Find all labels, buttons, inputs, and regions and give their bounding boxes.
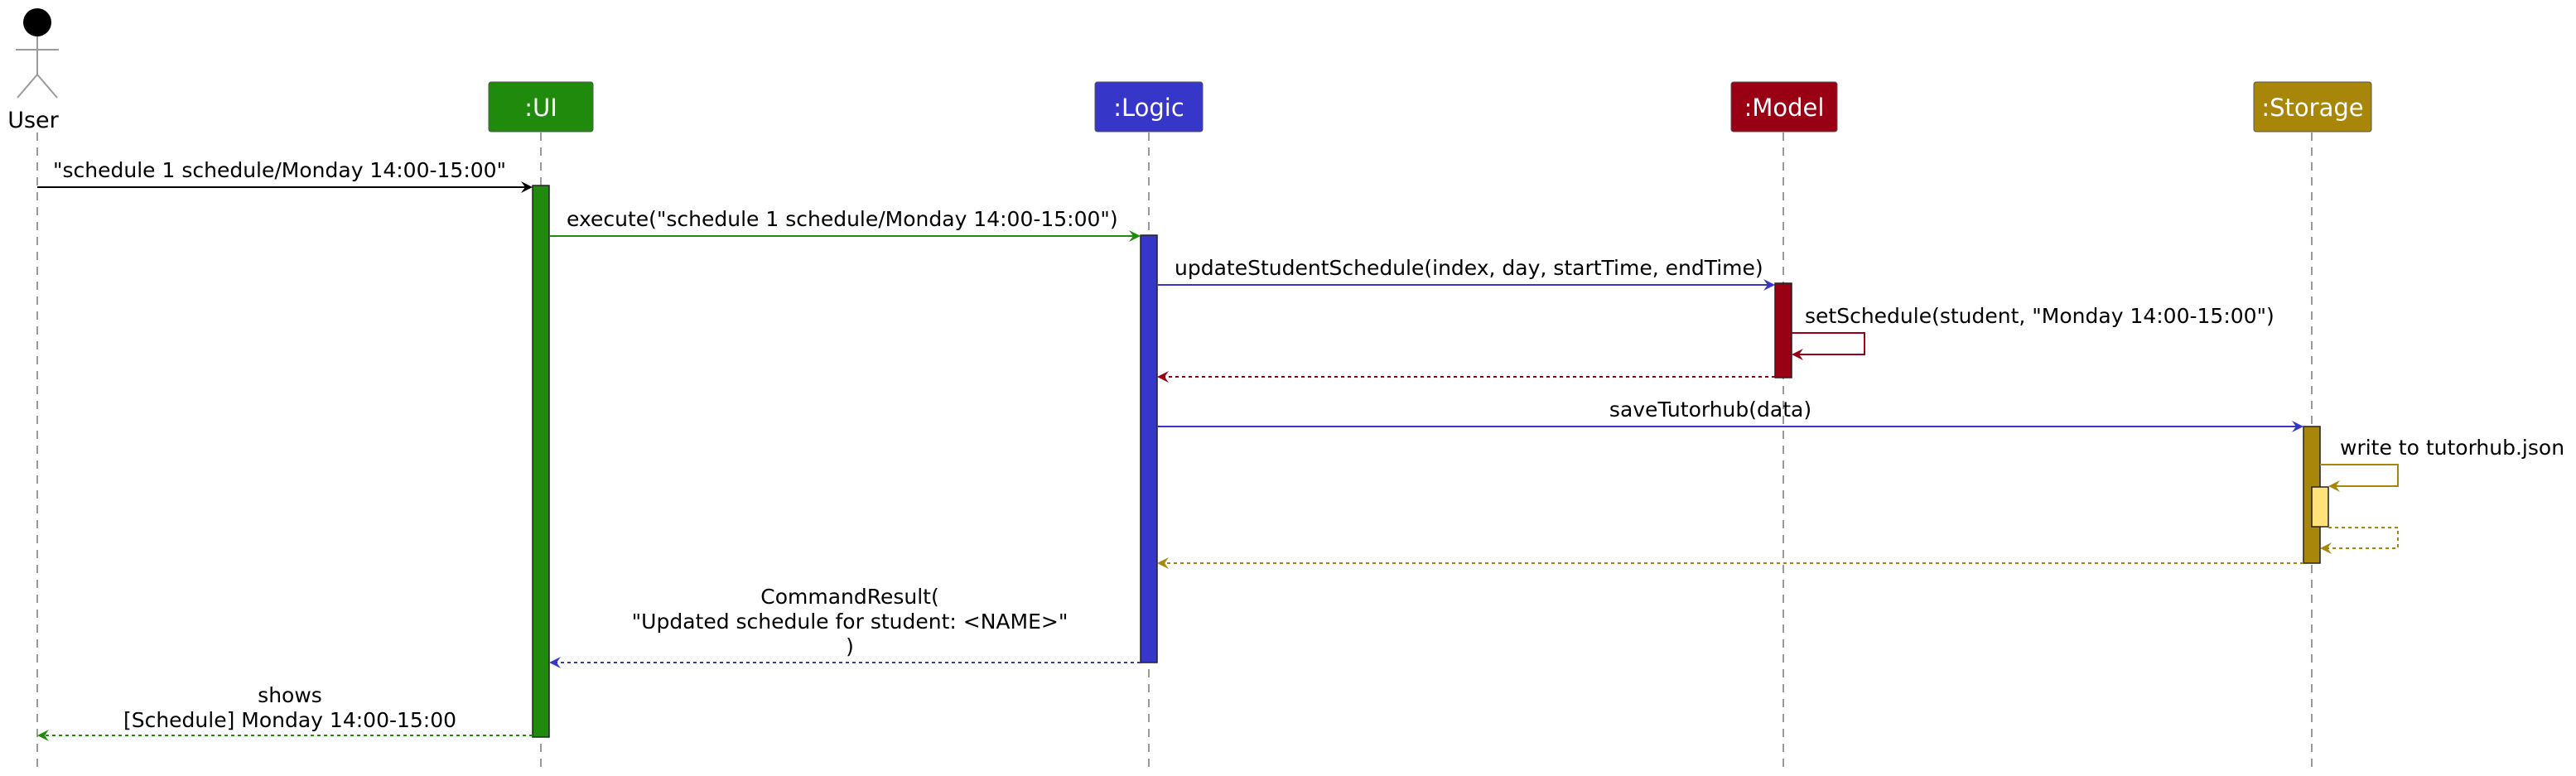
participant-ui: :UI: [488, 81, 594, 133]
sequence-diagram: User :UI :Logic :Model :Storage "schedul…: [7, 8, 2564, 770]
message-execute-label: execute("schedule 1 schedule/Monday 14:0…: [567, 207, 1118, 231]
return-write-json: [2320, 527, 2399, 554]
message-user-to-ui: "schedule 1 schedule/Monday 14:00-15:00": [37, 158, 533, 193]
user-actor-icon: [23, 8, 51, 36]
message-set-schedule-label: setSchedule(student, "Monday 14:00-15:00…: [1805, 304, 2275, 328]
return-shows-line-1: shows: [258, 683, 322, 707]
participant-model: :Model: [1730, 81, 1838, 133]
user-actor: User: [7, 8, 60, 133]
ui-activation-bar: [532, 185, 550, 738]
message-user-to-ui-label: "schedule 1 schedule/Monday 14:00-15:00": [53, 158, 506, 182]
model-activation-bar: [1774, 282, 1792, 378]
message-update-student-schedule: updateStudentSchedule(index, day, startT…: [1157, 256, 1775, 291]
message-set-schedule: setSchedule(student, "Monday 14:00-15:00…: [1792, 304, 2275, 360]
participant-storage: :Storage: [2253, 81, 2372, 133]
message-execute: execute("schedule 1 schedule/Monday 14:0…: [549, 207, 1141, 242]
message-save-tutorhub-label: saveTutorhub(data): [1609, 398, 1811, 422]
message-write-json: write to tutorhub.json: [2320, 436, 2564, 492]
participant-logic: :Logic: [1094, 81, 1204, 133]
message-update-student-schedule-label: updateStudentSchedule(index, day, startT…: [1175, 256, 1763, 280]
message-save-tutorhub: saveTutorhub(data): [1157, 398, 2303, 432]
message-write-json-label: write to tutorhub.json: [2340, 436, 2564, 460]
participant-ui-label: :UI: [524, 94, 557, 122]
participant-storage-label: :Storage: [2261, 94, 2363, 122]
return-command-result-line-2: "Updated schedule for student: <NAME>": [632, 610, 1069, 634]
participant-logic-label: :Logic: [1113, 94, 1184, 122]
return-command-result-line-1: CommandResult(: [760, 585, 939, 609]
return-command-result: CommandResult( "Updated schedule for stu…: [549, 585, 1141, 668]
participant-model-label: :Model: [1744, 94, 1825, 122]
storage-nested-activation-bar: [2311, 486, 2329, 528]
user-actor-label: User: [7, 108, 59, 133]
return-command-result-line-3: ): [846, 634, 854, 658]
return-shows: shows [Schedule] Monday 14:00-15:00: [37, 683, 533, 741]
logic-activation-bar: [1140, 234, 1158, 663]
return-shows-line-2: [Schedule] Monday 14:00-15:00: [123, 708, 456, 732]
